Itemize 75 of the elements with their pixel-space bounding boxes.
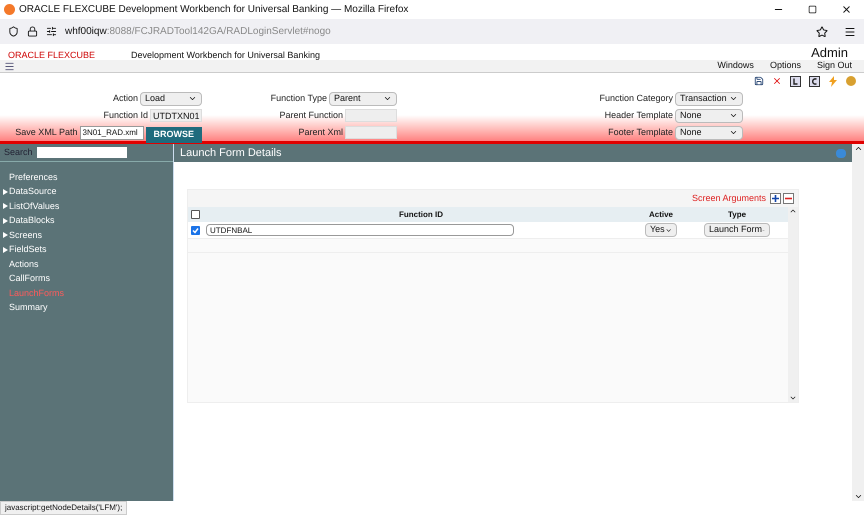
field-label: Save XML Path — [15, 126, 78, 139]
tree-item[interactable]: Screens — [9, 228, 42, 242]
field-label: Footer Template — [608, 126, 673, 139]
page-scrollbar[interactable] — [852, 144, 864, 501]
expand-triangle-icon[interactable] — [3, 188, 8, 195]
row-checkbox[interactable] — [191, 226, 200, 234]
permissions-icon[interactable] — [46, 26, 57, 37]
dropdown[interactable]: Launch Form — [704, 223, 770, 237]
tree-item[interactable]: Summary — [9, 301, 48, 314]
launch-form-icon[interactable] — [790, 76, 801, 86]
scroll-up-icon[interactable] — [854, 144, 862, 153]
menu-item[interactable]: Sign Out — [816, 59, 852, 73]
field-label: Parent Xml — [298, 126, 343, 139]
logo: ORACLE FLEXCUBE — [8, 50, 96, 60]
chevron-down-icon — [383, 94, 392, 103]
user-name: Admin — [811, 46, 848, 60]
menu-item[interactable]: Windows — [717, 59, 754, 73]
tree-item[interactable]: DataBlocks — [9, 214, 55, 228]
field-label: Action — [112, 92, 138, 105]
text-field[interactable] — [345, 109, 397, 122]
field-label: Parent Function — [279, 108, 343, 122]
app-subtitle: Development Workbench for Universal Banking — [131, 50, 321, 60]
dropdown[interactable]: Transaction — [675, 92, 743, 106]
remove-icon[interactable] — [783, 193, 794, 204]
field-label: Function Category — [599, 92, 673, 105]
dropdown[interactable]: None — [675, 126, 743, 140]
scroll-up-icon[interactable] — [789, 207, 797, 215]
tree-item[interactable]: ListOfValues — [9, 200, 60, 213]
expand-triangle-icon[interactable] — [3, 246, 8, 253]
field-label: Function Id — [103, 108, 148, 122]
tree-item[interactable]: FieldSets — [9, 243, 47, 256]
shield-icon[interactable] — [8, 26, 19, 37]
field-label: Header Template — [604, 108, 673, 122]
text-field[interactable] — [345, 126, 397, 139]
function-id-field[interactable]: UTDFNBAL — [206, 224, 514, 236]
bookmark-star-icon[interactable] — [816, 26, 828, 38]
scroll-down-icon[interactable] — [789, 394, 797, 402]
dropdown[interactable]: Parent — [329, 92, 397, 106]
save-icon[interactable] — [754, 76, 764, 86]
tree-item[interactable]: Preferences — [9, 170, 58, 184]
tree-item[interactable]: Actions — [9, 258, 39, 271]
column-header: Type — [726, 208, 748, 220]
add-icon[interactable] — [770, 193, 781, 204]
menu-item[interactable]: Options — [770, 59, 801, 73]
menu-icon[interactable] — [844, 26, 856, 38]
window-title: ORACLE FLEXCUBE Development Workbench for Universal Banking — Mozilla Firefox — [19, 3, 410, 17]
chevron-down-icon — [188, 94, 197, 103]
search-field[interactable] — [36, 147, 127, 158]
path-field[interactable]: 3N01_RAD.xml — [80, 126, 144, 140]
expand-triangle-icon[interactable] — [3, 218, 8, 224]
field-label: Function Type — [270, 92, 327, 105]
call-form-icon[interactable] — [809, 76, 820, 86]
maximize-icon[interactable] — [808, 5, 817, 14]
dropdown[interactable]: None — [675, 108, 743, 122]
dropdown[interactable]: Yes — [645, 223, 677, 237]
dropdown[interactable]: Load — [140, 92, 202, 106]
search-label: Search — [4, 146, 33, 159]
close-icon[interactable] — [841, 4, 852, 15]
lock-icon[interactable] — [27, 26, 38, 37]
panel-title: Launch Form Details — [180, 146, 282, 161]
browse-button[interactable]: BROWSE — [146, 126, 202, 142]
tree-item[interactable]: DataSource — [9, 185, 57, 198]
browser-logo-icon — [4, 4, 15, 15]
section-title: Screen Arguments — [692, 192, 766, 205]
column-header: Function ID — [398, 208, 444, 220]
menu-icon[interactable] — [4, 60, 15, 72]
header-checkbox[interactable] — [191, 210, 200, 219]
expand-triangle-icon[interactable] — [3, 203, 8, 210]
column-header: Active — [648, 208, 674, 220]
scroll-down-icon[interactable] — [854, 492, 862, 501]
text-field[interactable]: UTDTXN01 — [150, 109, 202, 122]
status-text: javascript:getNodeDetails('LFM'); — [0, 501, 128, 515]
scrollbar[interactable] — [788, 207, 798, 402]
tree-item[interactable]: CallForms — [9, 272, 50, 286]
expand-triangle-icon[interactable] — [3, 232, 8, 238]
